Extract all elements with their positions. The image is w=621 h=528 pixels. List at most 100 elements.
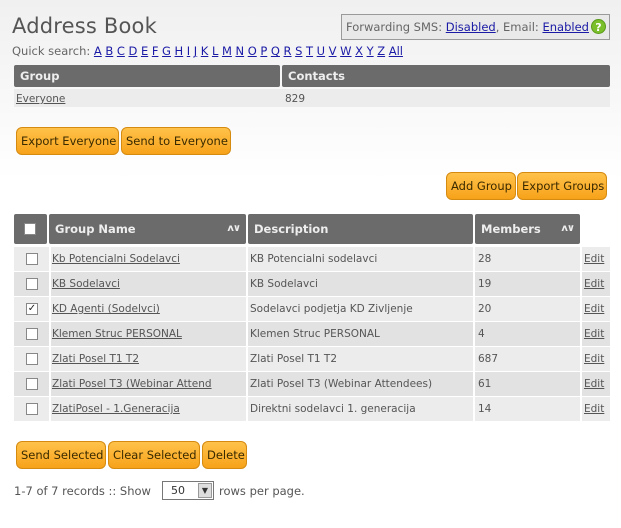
edit-link[interactable]: Edit [584,378,604,390]
quick-search-letter[interactable]: X [355,44,363,58]
quick-search-letter[interactable]: U [317,44,325,58]
quick-search-letter[interactable]: I [187,44,190,58]
export-groups-button[interactable]: Export Groups [517,172,607,200]
quick-search-letter[interactable]: S [295,44,302,58]
sms-label: Forwarding SMS: [346,20,443,34]
header-group-name[interactable]: Group Name ʌ∨ [49,214,246,244]
edit-link[interactable]: Edit [584,253,604,265]
summary-header-group: Group [14,65,280,87]
table-row: ✓ KD Agenti (Sodelvci) Sodelavci podjetja … [14,297,610,321]
email-label: Email: [503,20,539,34]
table-row: ZlatiPosel - 1.Generacija Direktni sodela… [14,397,610,421]
sort-icon[interactable]: ʌ∨ [561,214,575,244]
row-checkbox[interactable] [26,403,38,415]
clear-selected-button[interactable]: Clear Selected [108,441,200,469]
quick-search-letter[interactable]: J [194,44,197,58]
group-name-link[interactable]: KB Sodelavci [52,278,120,290]
header-group-name-label: Group Name [55,222,136,236]
quick-search-letter[interactable]: K [201,44,209,58]
chevron-down-icon[interactable]: ▼ [198,483,212,498]
header-members[interactable]: Members ʌ∨ [475,214,580,244]
sms-forwarding-link[interactable]: Disabled [446,20,496,34]
quick-search-letter[interactable]: Z [377,44,385,58]
edit-link[interactable]: Edit [584,278,604,290]
summary-row: Everyone 829 [14,89,610,107]
quick-search-letter[interactable]: F [152,44,159,58]
quick-search-letter[interactable]: C [117,44,125,58]
group-name-link[interactable]: ZlatiPosel - 1.Generacija [52,403,180,415]
group-description: Direktni sodelavci 1. generacija [250,403,416,415]
select-all-checkbox[interactable] [24,223,36,235]
edit-link[interactable]: Edit [584,328,604,340]
quick-search-letter[interactable]: Q [271,44,280,58]
everyone-link[interactable]: Everyone [16,93,65,105]
rows-per-page-suffix: rows per page. [219,484,305,498]
quick-search-letter[interactable]: T [306,44,313,58]
row-checkbox[interactable] [26,278,38,290]
group-description: Klemen Struc PERSONAL [250,328,380,340]
rows-per-page-value: 50 [171,484,185,497]
quick-search-letter[interactable]: H [175,44,184,58]
pagination-footer: 1-7 of 7 records :: Show [14,484,151,498]
quick-search-letter[interactable]: B [105,44,113,58]
delete-button[interactable]: Delete [202,441,247,469]
header-description: Description [248,214,473,244]
quick-search-label: Quick search: [12,44,91,58]
row-checkbox[interactable] [26,378,38,390]
row-checkbox[interactable]: ✓ [26,303,38,315]
group-members: 687 [478,353,499,365]
group-description: Zlati Posel T1 T2 [250,353,338,365]
quick-search-letters: A B C D E F G H I J K L M N O P Q R S T U V W X Y Z All [94,44,407,58]
table-row: KB Sodelavci KB Sodelavci 19 Edit [14,272,610,296]
quick-search-letter[interactable]: D [128,44,137,58]
group-description: KB Potencialni sodelavci [250,253,378,265]
edit-link[interactable]: Edit [584,303,604,315]
quick-search-letter[interactable]: V [329,44,337,58]
group-name-link[interactable]: Zlati Posel T1 T2 [52,353,139,365]
table-row: Kb Potencialni Sodelavci KB Potencialni s… [14,247,610,271]
forwarding-status: Forwarding SMS: Disabled, Email: Enabled… [341,14,610,40]
quick-search-letter[interactable]: L [212,44,218,58]
select-all-header [14,214,47,244]
everyone-contacts: 829 [285,93,306,105]
group-name-link[interactable]: Kb Potencialni Sodelavci [52,253,180,265]
group-description: Sodelavci podjetja KD Zivljenje [250,303,413,315]
quick-search-letter[interactable]: All [389,44,403,58]
group-name-link[interactable]: KD Agenti (Sodelvci) [52,303,160,315]
quick-search-letter[interactable]: A [94,44,102,58]
group-members: 28 [478,253,492,265]
row-checkbox[interactable] [26,253,38,265]
table-row: Zlati Posel T3 (Webinar Attend Zlati Pose… [14,372,610,396]
group-name-link[interactable]: Zlati Posel T3 (Webinar Attend [52,378,212,390]
question-icon[interactable]: ? [591,19,606,34]
quick-search-letter[interactable]: N [235,44,244,58]
export-everyone-button[interactable]: Export Everyone [16,127,119,155]
summary-header-contacts: Contacts [282,65,610,87]
send-selected-button[interactable]: Send Selected [16,441,106,469]
quick-search-letter[interactable]: R [284,44,292,58]
quick-search-letter[interactable]: E [141,44,148,58]
quick-search-letter[interactable]: O [248,44,257,58]
group-name-link[interactable]: Klemen Struc PERSONAL [52,328,182,340]
edit-link[interactable]: Edit [584,353,604,365]
row-checkbox[interactable] [26,328,38,340]
quick-search-letter[interactable]: G [162,44,171,58]
records-count: 1-7 of 7 records :: Show [14,484,151,498]
group-members: 19 [478,278,492,290]
group-members: 4 [478,328,485,340]
quick-search-letter[interactable]: Y [367,44,374,58]
add-group-button[interactable]: Add Group [446,172,516,200]
page-title: Address Book [12,14,157,38]
edit-link[interactable]: Edit [584,403,604,415]
quick-search-letter[interactable]: P [260,44,267,58]
row-checkbox[interactable] [26,353,38,365]
quick-search-letter[interactable]: W [340,44,351,58]
rows-per-page-select[interactable]: 50 ▼ [162,481,214,500]
quick-search-letter[interactable]: M [222,44,232,58]
group-members: 14 [478,403,492,415]
table-row: Klemen Struc PERSONAL Klemen Struc PERSON… [14,322,610,346]
sort-icon[interactable]: ʌ∨ [227,214,241,244]
send-to-everyone-button[interactable]: Send to Everyone [121,127,231,155]
separator: , [495,20,500,34]
email-forwarding-link[interactable]: Enabled [542,20,588,34]
